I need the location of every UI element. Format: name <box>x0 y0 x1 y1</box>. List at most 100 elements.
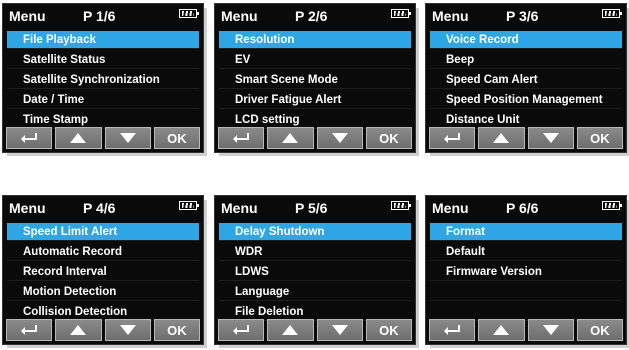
menu-item[interactable]: Record Interval <box>7 263 199 281</box>
menu-screen-page-6: Menu P 6/6 Format Default Firmware Versi… <box>425 195 629 348</box>
ok-label: OK <box>167 130 187 146</box>
return-icon <box>444 133 461 143</box>
menu-item[interactable]: Default <box>430 243 622 261</box>
back-button[interactable] <box>218 127 265 149</box>
triangle-down-icon <box>542 133 559 143</box>
page-indicator: P 2/6 <box>295 8 328 24</box>
menu-screen-page-4: Menu P 4/6 Speed Limit Alert Automatic R… <box>2 195 207 348</box>
menu-list: Delay Shutdown WDR LDWS Language File De… <box>219 223 411 323</box>
triangle-up-icon <box>493 325 510 335</box>
battery-icon <box>179 201 199 210</box>
back-button[interactable] <box>6 319 53 341</box>
battery-icon <box>602 201 622 210</box>
menu-item[interactable]: Voice Record <box>430 31 622 49</box>
menu-item[interactable]: Date / Time <box>7 91 199 109</box>
menu-list: Format Default Firmware Version <box>430 223 622 323</box>
triangle-down-icon <box>331 133 348 143</box>
menu-title: Menu <box>221 200 258 216</box>
menu-item[interactable]: Satellite Synchronization <box>7 71 199 89</box>
menu-item[interactable]: WDR <box>219 243 411 261</box>
triangle-down-icon <box>542 325 559 335</box>
up-button[interactable] <box>267 319 314 341</box>
nav-bar: OK <box>6 127 200 149</box>
menu-item[interactable]: Speed Cam Alert <box>430 71 622 89</box>
menu-item[interactable]: Driver Fatigue Alert <box>219 91 411 109</box>
page-indicator: P 1/6 <box>83 8 116 24</box>
menu-item[interactable]: LDWS <box>219 263 411 281</box>
menu-title: Menu <box>432 8 469 24</box>
return-icon <box>233 133 250 143</box>
menu-title: Menu <box>9 200 46 216</box>
ok-label: OK <box>379 322 399 338</box>
ok-button[interactable]: OK <box>365 319 412 341</box>
down-button[interactable] <box>527 319 574 341</box>
up-button[interactable] <box>55 127 102 149</box>
back-button[interactable] <box>218 319 265 341</box>
triangle-down-icon <box>331 325 348 335</box>
triangle-down-icon <box>119 133 136 143</box>
menu-item[interactable]: Motion Detection <box>7 283 199 301</box>
menu-item[interactable]: Smart Scene Mode <box>219 71 411 89</box>
menu-item[interactable]: Format <box>430 223 622 241</box>
menu-item[interactable]: Satellite Status <box>7 51 199 69</box>
menu-list: Speed Limit Alert Automatic Record Recor… <box>7 223 199 323</box>
menu-item[interactable]: Beep <box>430 51 622 69</box>
ok-button[interactable]: OK <box>365 127 412 149</box>
menu-screen-page-3: Menu P 3/6 Voice Record Beep Speed Cam A… <box>425 3 629 156</box>
nav-bar: OK <box>429 319 623 341</box>
back-button[interactable] <box>6 127 53 149</box>
menu-item[interactable]: Language <box>219 283 411 301</box>
page-indicator: P 3/6 <box>506 8 539 24</box>
down-button[interactable] <box>104 127 151 149</box>
menu-screen-page-2: Menu P 2/6 Resolution EV Smart Scene Mod… <box>214 3 419 156</box>
back-button[interactable] <box>429 127 476 149</box>
up-button[interactable] <box>55 319 102 341</box>
triangle-down-icon <box>119 325 136 335</box>
down-button[interactable] <box>104 319 151 341</box>
triangle-up-icon <box>70 325 87 335</box>
menu-screen-page-5: Menu P 5/6 Delay Shutdown WDR LDWS Langu… <box>214 195 419 348</box>
screen-header: Menu P 3/6 <box>426 4 626 28</box>
menu-list: Resolution EV Smart Scene Mode Driver Fa… <box>219 31 411 131</box>
triangle-up-icon <box>282 325 299 335</box>
menu-list: File Playback Satellite Status Satellite… <box>7 31 199 131</box>
ok-label: OK <box>590 322 610 338</box>
down-button[interactable] <box>316 127 363 149</box>
screen-header: Menu P 5/6 <box>215 196 415 220</box>
back-button[interactable] <box>429 319 476 341</box>
ok-button[interactable]: OK <box>576 127 623 149</box>
menu-item[interactable]: File Playback <box>7 31 199 49</box>
screen-header: Menu P 1/6 <box>3 4 203 28</box>
down-button[interactable] <box>527 127 574 149</box>
menu-list: Voice Record Beep Speed Cam Alert Speed … <box>430 31 622 131</box>
ok-button[interactable]: OK <box>153 319 200 341</box>
return-icon <box>21 325 38 335</box>
triangle-up-icon <box>282 133 299 143</box>
return-icon <box>444 325 461 335</box>
menu-screen-page-1: Menu P 1/6 File Playback Satellite Statu… <box>2 3 207 156</box>
up-button[interactable] <box>478 127 525 149</box>
page-indicator: P 4/6 <box>83 200 116 216</box>
return-icon <box>21 133 38 143</box>
ok-button[interactable]: OK <box>576 319 623 341</box>
ok-label: OK <box>167 322 187 338</box>
up-button[interactable] <box>267 127 314 149</box>
menu-item[interactable]: Speed Limit Alert <box>7 223 199 241</box>
menu-item[interactable]: EV <box>219 51 411 69</box>
ok-label: OK <box>590 130 610 146</box>
screen-header: Menu P 4/6 <box>3 196 203 220</box>
menu-item[interactable]: Automatic Record <box>7 243 199 261</box>
menu-item[interactable]: Delay Shutdown <box>219 223 411 241</box>
return-icon <box>233 325 250 335</box>
menu-item[interactable]: Firmware Version <box>430 263 622 281</box>
menu-item[interactable]: Resolution <box>219 31 411 49</box>
ok-button[interactable]: OK <box>153 127 200 149</box>
menu-item[interactable]: Speed Position Management <box>430 91 622 109</box>
down-button[interactable] <box>316 319 363 341</box>
screen-header: Menu P 6/6 <box>426 196 626 220</box>
ok-label: OK <box>379 130 399 146</box>
up-button[interactable] <box>478 319 525 341</box>
nav-bar: OK <box>218 127 412 149</box>
menu-title: Menu <box>9 8 46 24</box>
battery-icon <box>179 9 199 18</box>
